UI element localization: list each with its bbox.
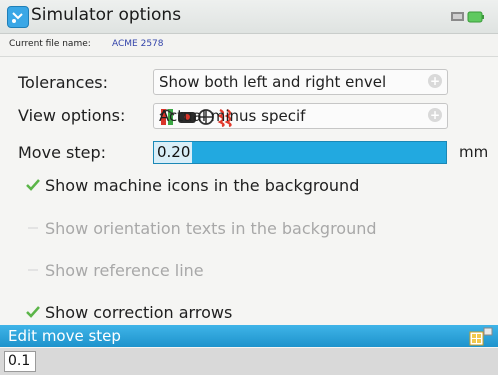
battery-status-icon	[450, 9, 486, 25]
move-step-label: Move step:	[18, 143, 106, 162]
settings-app-icon	[7, 6, 29, 28]
empty-checkbox-icon	[28, 269, 38, 271]
checkmark-icon	[26, 306, 40, 318]
move-step-input[interactable]: 0.20	[153, 141, 447, 164]
view-options-dropdown[interactable]: Actual minus specif +	[153, 103, 448, 129]
checkbox-label: Show correction arrows	[45, 303, 233, 322]
view-options-value: Actual minus specif	[159, 107, 306, 125]
empty-checkbox-icon	[28, 227, 38, 229]
checkmark-icon	[26, 179, 40, 191]
file-name-bar: Current file name: ACME 2578	[0, 34, 498, 57]
edit-bar-title: Edit move step	[8, 327, 121, 345]
input-line: 0.1	[0, 348, 498, 375]
expand-icon: +	[428, 74, 442, 88]
checkbox-label: Show reference line	[45, 261, 204, 280]
file-name-label: Current file name:	[9, 39, 91, 49]
view-options-label: View options:	[18, 106, 126, 125]
checkbox-label: Show machine icons in the background	[45, 176, 360, 195]
edit-value-field[interactable]: 0.1	[4, 351, 36, 372]
tolerances-label: Tolerances:	[18, 73, 109, 92]
edit-bar: Edit move step	[0, 325, 498, 347]
move-step-value: 0.20	[157, 143, 191, 161]
checkbox-label: Show orientation texts in the background	[45, 219, 377, 238]
tolerances-value: Show both left and right envel	[159, 73, 387, 91]
move-step-unit: mm	[459, 143, 489, 161]
edit-value: 0.1	[8, 353, 31, 369]
keypad-icon[interactable]	[469, 326, 493, 346]
title-bar: Simulator options	[0, 0, 498, 34]
window-title: Simulator options	[31, 5, 182, 25]
tolerances-dropdown[interactable]: Show both left and right envel +	[153, 69, 448, 95]
expand-icon: +	[428, 108, 442, 122]
file-name-value: ACME 2578	[112, 39, 164, 49]
